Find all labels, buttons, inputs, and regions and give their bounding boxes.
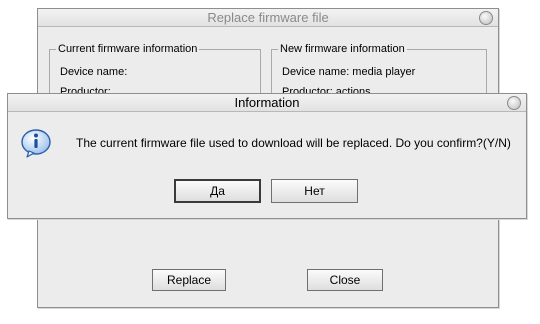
replace-firmware-titlebar[interactable]: Replace firmware file bbox=[38, 9, 498, 27]
close-info-icon[interactable] bbox=[507, 96, 521, 110]
no-button[interactable]: Нет bbox=[271, 179, 358, 203]
information-titlebar[interactable]: Information bbox=[8, 94, 526, 112]
dialog-title: Replace firmware file bbox=[207, 10, 329, 25]
yes-button[interactable]: Да bbox=[174, 179, 261, 203]
information-dialog: Information bbox=[7, 93, 527, 219]
current-device-name: Device name: bbox=[60, 66, 128, 78]
close-button[interactable]: Close bbox=[307, 269, 383, 291]
info-icon bbox=[21, 129, 51, 158]
replace-button[interactable]: Replace bbox=[152, 269, 226, 291]
information-title: Information bbox=[234, 95, 300, 110]
close-window-icon[interactable] bbox=[479, 11, 493, 25]
current-firmware-title: Current firmware information bbox=[56, 42, 200, 56]
new-device-name: Device name: media player bbox=[282, 66, 416, 78]
new-firmware-title: New firmware information bbox=[278, 42, 407, 56]
confirm-message: The current firmware file used to downlo… bbox=[76, 136, 511, 150]
